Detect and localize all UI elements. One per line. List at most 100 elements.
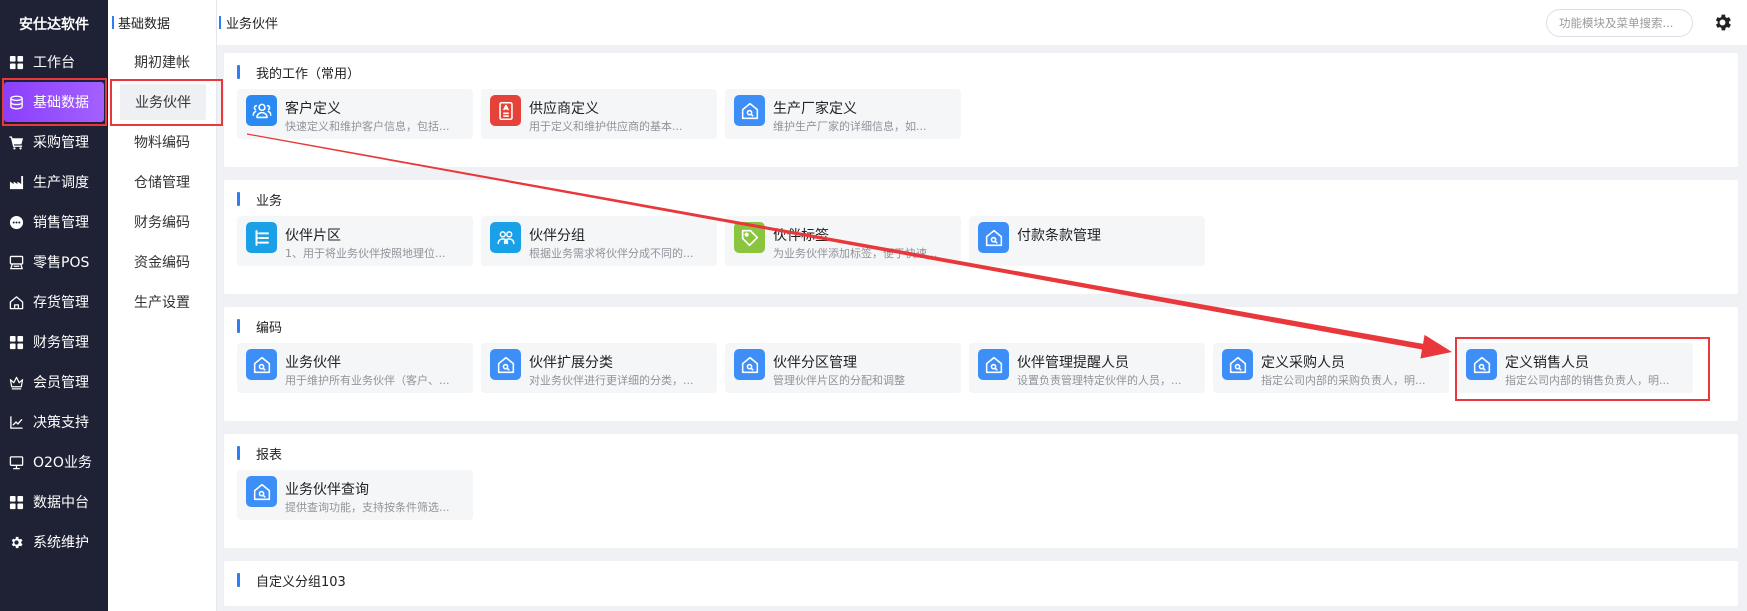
sidebar-item-label: 财务管理 xyxy=(33,335,89,351)
card-description: 指定公司内部的采购负责人，明... xyxy=(1261,374,1426,387)
function-card[interactable]: 业务伙伴用于维护所有业务伙伴（客户、... xyxy=(237,343,473,393)
title-marker xyxy=(237,192,240,206)
house-search-icon xyxy=(978,222,1009,253)
sidebar-item-label: 基础数据 xyxy=(33,95,89,111)
subnav-item-opening-accounts[interactable]: 期初建帐 xyxy=(108,42,216,82)
sidebar-item-label: 会员管理 xyxy=(33,375,89,391)
subnav-item-material-code[interactable]: 物料编码 xyxy=(108,122,216,162)
tree-icon xyxy=(246,222,277,253)
grid-icon xyxy=(9,55,24,70)
group-title-text: 编码 xyxy=(256,320,283,336)
card-row: 业务伙伴 用于维护所有业务伙伴（客户、... 伙伴扩展分类 对业务伙伴进行更详细的分类… xyxy=(237,343,1693,393)
function-group: 报表 业务伙伴查询 提供查询功能，支持按条件筛选... xyxy=(224,434,1738,548)
function-card[interactable]: 伙伴扩展分类 对业务伙伴进行更详细的分类，... xyxy=(481,343,717,393)
card-description: 指定公司内部的销售负责人，明... xyxy=(1505,374,1670,387)
card-row: 伙伴片区 1、用于将业务伙伴按照地理位... 伙伴分组 根据业务需求将伙伴分成不同的.… xyxy=(237,216,1205,266)
sidebar-item-label: 销售管理 xyxy=(33,215,89,231)
search-input[interactable] xyxy=(1546,9,1693,37)
sidebar-item-basic-data[interactable]: 基础数据 xyxy=(4,82,104,122)
card-description: 维护生产厂家的详细信息，如... xyxy=(773,120,927,133)
function-card[interactable]: 伙伴管理提醒人员设置负责管理特定伙伴的人员，... xyxy=(969,343,1205,393)
function-card[interactable]: 业务伙伴查询 提供查询功能，支持按条件筛选... xyxy=(237,470,473,520)
crown-icon xyxy=(9,375,24,390)
card-row: 客户定义 快速定义和维护客户信息，包括... 供应商定义 用于定义和维护供应商的基本.… xyxy=(237,89,961,139)
card-title: 伙伴分组 xyxy=(529,228,585,244)
function-card[interactable]: 伙伴分区管理 管理伙伴片区的分配和调整 xyxy=(725,343,961,393)
card-description: 对业务伙伴进行更详细的分类，... xyxy=(529,374,694,387)
function-card[interactable]: 付款条款管理 xyxy=(969,216,1205,266)
house-search-icon xyxy=(734,349,765,380)
card-title: 定义采购人员 xyxy=(1261,355,1345,371)
sidebar-item-system-maintenance[interactable]: 系统维护 xyxy=(4,522,104,562)
function-card[interactable]: 客户定义 快速定义和维护客户信息，包括... xyxy=(237,89,473,139)
function-card[interactable]: 伙伴片区 1、用于将业务伙伴按照地理位... xyxy=(237,216,473,266)
group-title-text: 自定义分组103 xyxy=(256,574,346,590)
title-marker xyxy=(237,573,240,587)
gear-icon[interactable] xyxy=(1712,12,1733,33)
house-search-icon xyxy=(246,349,277,380)
card-description: 设置负责管理特定伙伴的人员，... xyxy=(1017,374,1182,387)
sidebar-item-label: 系统维护 xyxy=(33,535,89,551)
card-title: 供应商定义 xyxy=(529,101,599,117)
subnav-item-business-partner[interactable]: 业务伙伴 xyxy=(120,84,206,120)
group-icon xyxy=(490,222,521,253)
sub-navigation: 基础数据 期初建帐 业务伙伴 物料编码 仓储管理 财务编码 资金编码 生产设置 xyxy=(108,0,217,611)
function-groups: 我的工作（常用） 客户定义 快速定义和维护客户信息，包括... 供应商定义 用于定义和维… xyxy=(224,53,1738,606)
card-description: 为业务伙伴添加标签，便于快速... xyxy=(773,247,938,260)
subnav-item-fund-code[interactable]: 资金编码 xyxy=(108,242,216,282)
sidebar-item-label: 生产调度 xyxy=(33,175,89,191)
group-title: 自定义分组103 xyxy=(237,572,346,590)
breadcrumb-current[interactable]: 业务伙伴 xyxy=(226,13,278,32)
function-group: 业务 伙伴片区 1、用于将业务伙伴按照地理位... 伙伴分组 根据业务需求将伙伴分成不同… xyxy=(224,180,1738,294)
function-group: 编码 业务伙伴 用于维护所有业务伙伴（客户、... 伙伴扩展分类 对业务伙伴进行更详细的… xyxy=(224,307,1738,421)
house-search-icon xyxy=(734,95,765,126)
sidebar-item-membership[interactable]: 会员管理 xyxy=(4,362,104,402)
function-card[interactable]: 供应商定义 用于定义和维护供应商的基本... xyxy=(481,89,717,139)
warehouse-icon xyxy=(9,295,24,310)
card-title: 伙伴管理提醒人员 xyxy=(1017,355,1129,371)
house-search-icon xyxy=(246,476,277,507)
sidebar-item-label: 数据中台 xyxy=(33,495,89,511)
group-title: 我的工作（常用） xyxy=(237,64,360,82)
card-title: 业务伙伴 xyxy=(285,355,341,371)
customer-icon xyxy=(246,95,277,126)
sidebar-item-sales[interactable]: 销售管理 xyxy=(4,202,104,242)
sidebar-item-production[interactable]: 生产调度 xyxy=(4,162,104,202)
main-menu: 工作台基础数据采购管理生产调度销售管理零售POS 存货管理财务管理会员管理决策支持… xyxy=(0,42,108,562)
sidebar-item-label: 采购管理 xyxy=(33,135,89,151)
card-description: 根据业务需求将伙伴分成不同的... xyxy=(529,247,694,260)
card-title: 生产厂家定义 xyxy=(773,101,857,117)
house-search-icon xyxy=(490,349,521,380)
function-card[interactable]: 伙伴分组根据业务需求将伙伴分成不同的... xyxy=(481,216,717,266)
sidebar-item-data-platform[interactable]: 数据中台 xyxy=(4,482,104,522)
sidebar-item-finance[interactable]: 财务管理 xyxy=(4,322,104,362)
function-card[interactable]: 伙伴标签 为业务伙伴添加标签，便于快速... xyxy=(725,216,961,266)
sidebar-item-o2o[interactable]: O2O业务 xyxy=(4,442,104,482)
sidebar-item-retail-pos[interactable]: 零售POS xyxy=(4,242,104,282)
group-title-text: 业务 xyxy=(256,193,283,209)
function-card[interactable]: 生产厂家定义维护生产厂家的详细信息，如... xyxy=(725,89,961,139)
card-title: 客户定义 xyxy=(285,101,341,117)
register-icon xyxy=(9,255,24,270)
grid-icon xyxy=(9,495,24,510)
database-icon xyxy=(9,95,24,110)
subnav-header: 基础数据 xyxy=(112,13,170,32)
subnav-item-finance-code[interactable]: 财务编码 xyxy=(108,202,216,242)
card-title: 付款条款管理 xyxy=(1017,228,1101,244)
subnav-item-warehouse[interactable]: 仓储管理 xyxy=(108,162,216,202)
house-search-icon xyxy=(1466,349,1497,380)
function-card[interactable]: 定义销售人员 指定公司内部的销售负责人，明... xyxy=(1457,343,1693,393)
top-bar: 业务伙伴 xyxy=(217,0,1747,45)
card-title: 伙伴分区管理 xyxy=(773,355,857,371)
main-sidebar: 安仕达软件 工作台 基础数据 采购管理 生产调度 销售管理 零售POS 存货管理 财务管理 会员… xyxy=(0,0,108,611)
gear-icon xyxy=(9,535,24,550)
sidebar-item-purchase[interactable]: 采购管理 xyxy=(4,122,104,162)
card-description: 用于维护所有业务伙伴（客户、... xyxy=(285,374,450,387)
sidebar-item-decision-support[interactable]: 决策支持 xyxy=(4,402,104,442)
sidebar-item-inventory[interactable]: 存货管理 xyxy=(4,282,104,322)
breadcrumb: 业务伙伴 xyxy=(219,13,278,32)
sidebar-item-workbench[interactable]: 工作台 xyxy=(4,42,104,82)
function-card[interactable]: 定义采购人员指定公司内部的采购负责人，明... xyxy=(1213,343,1449,393)
house-search-icon xyxy=(978,349,1009,380)
subnav-item-production-settings[interactable]: 生产设置 xyxy=(108,282,216,322)
